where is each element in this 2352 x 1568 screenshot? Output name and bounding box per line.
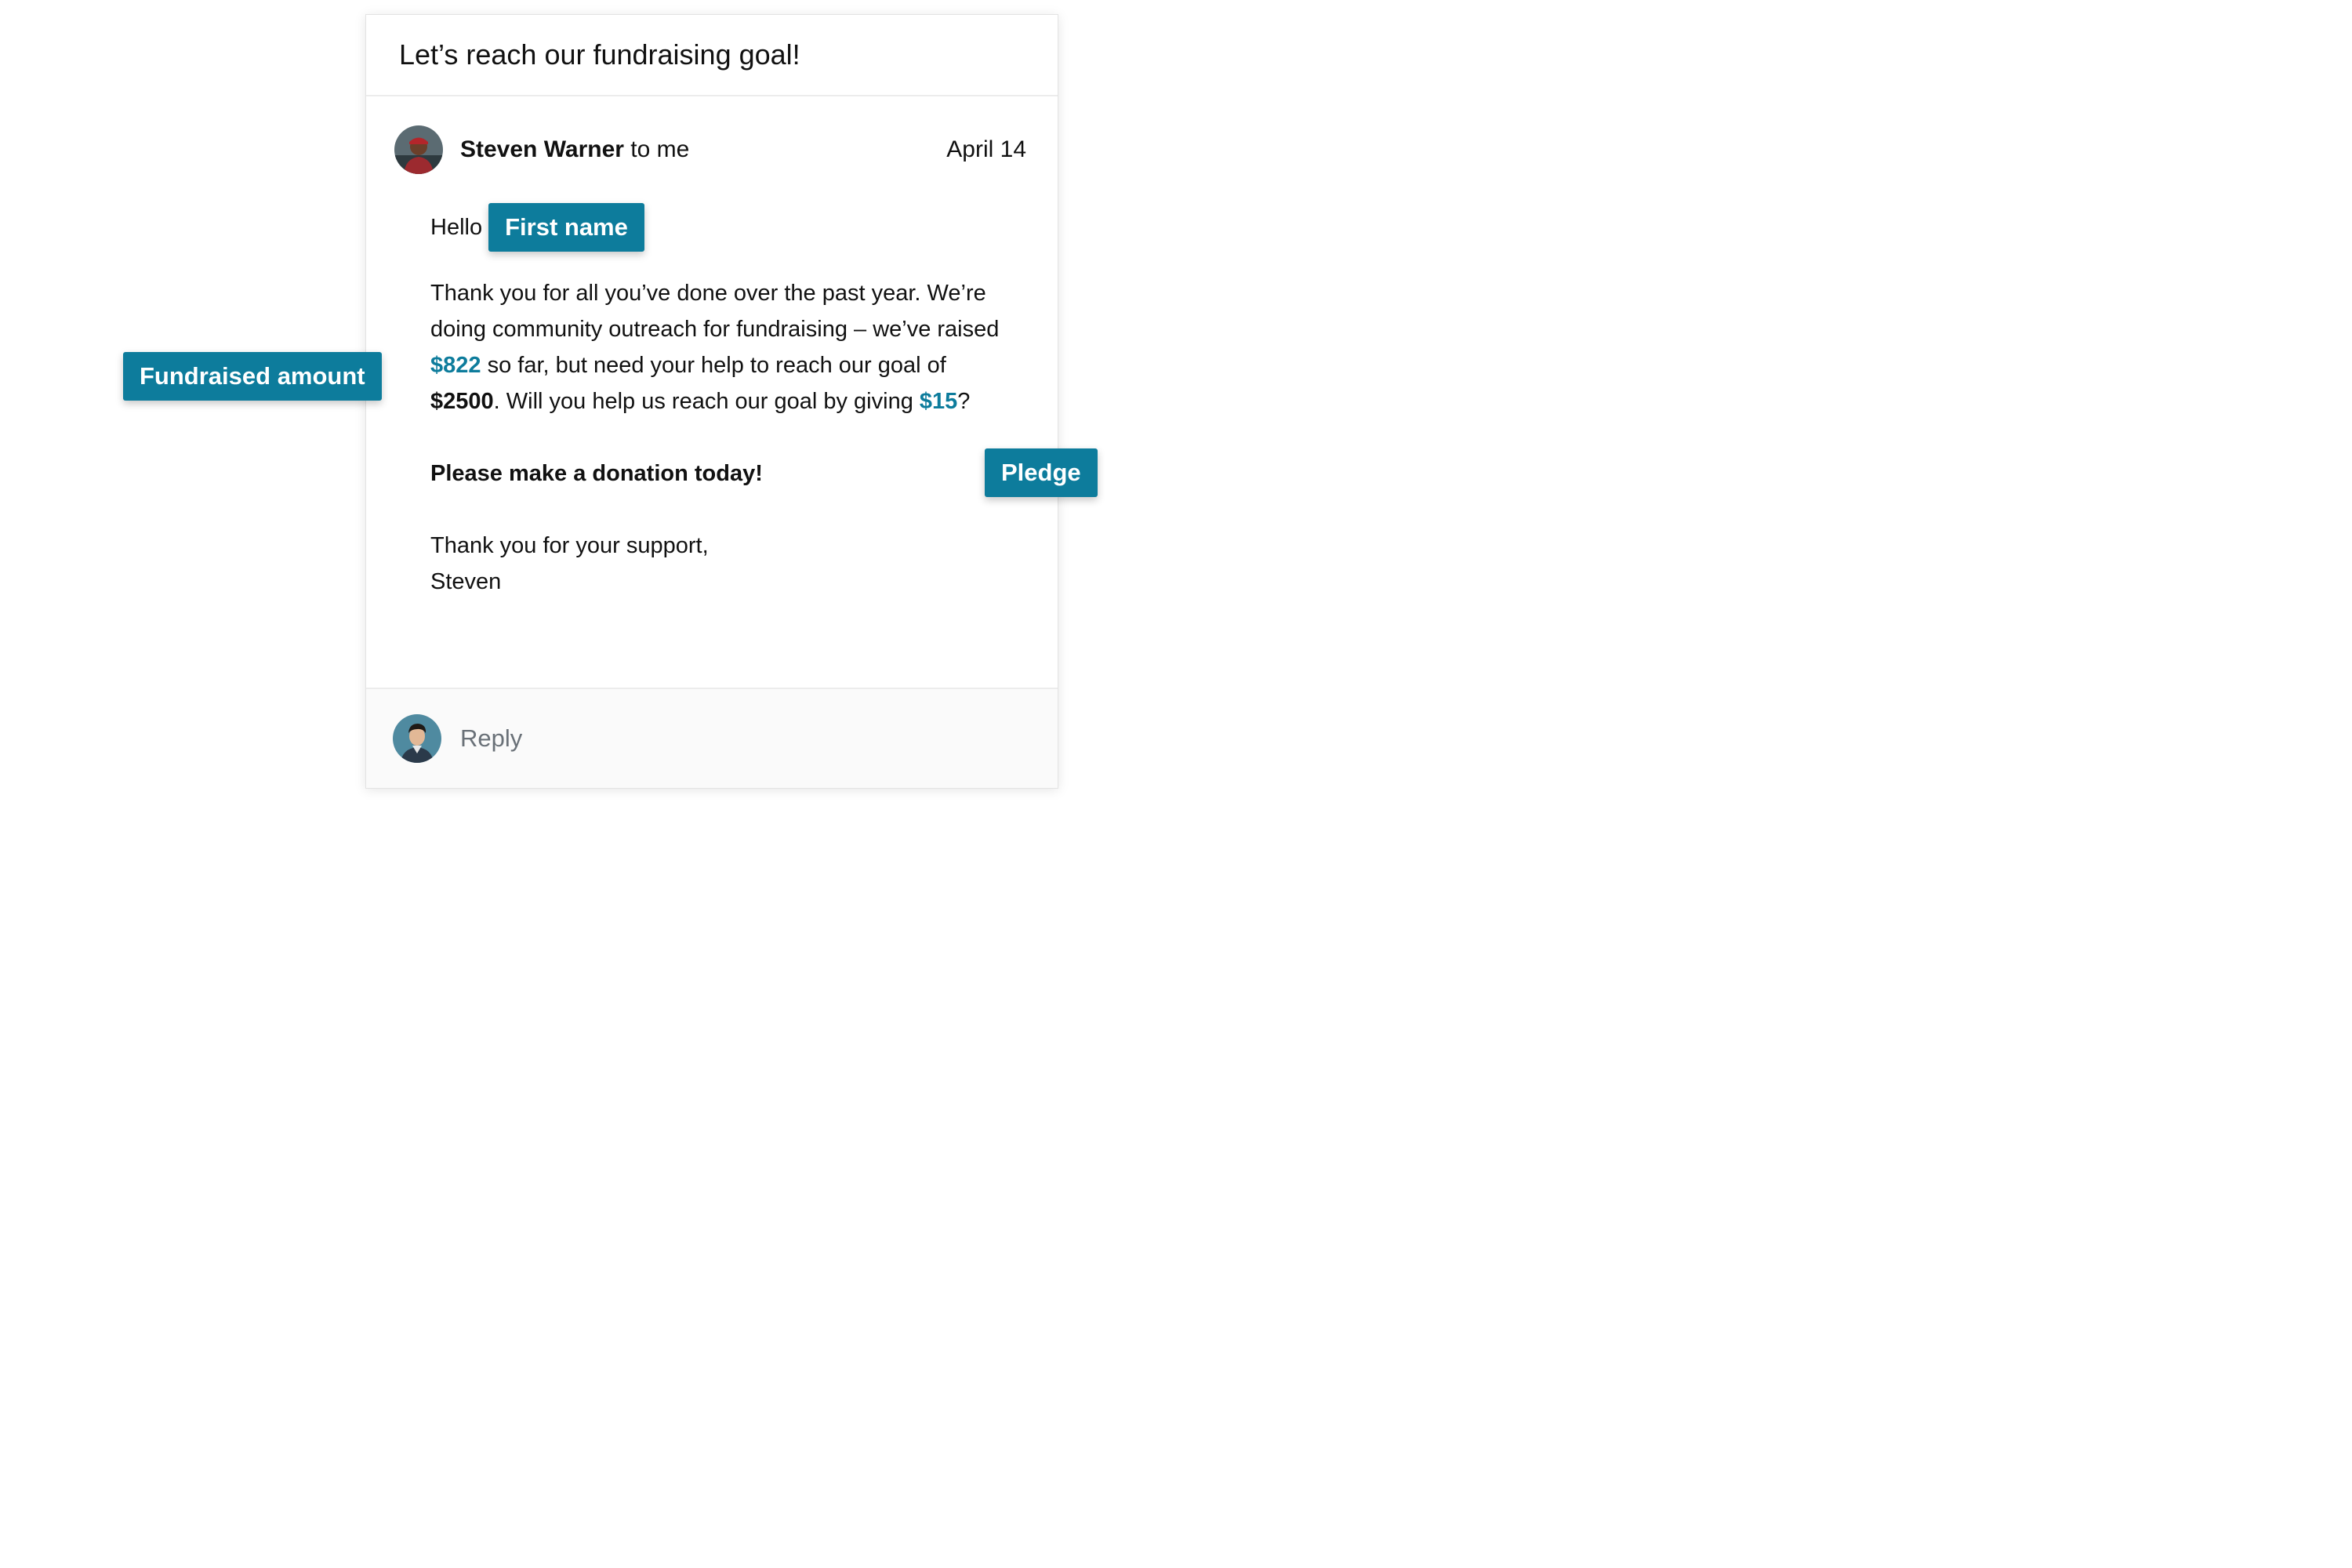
- reply-bar[interactable]: Reply: [366, 688, 1058, 788]
- recipient-text: to me: [623, 136, 690, 162]
- greeting-text: Hello: [430, 215, 483, 240]
- closing-text: Thank you for your support,: [430, 533, 709, 558]
- email-card: Let’s reach our fundraising goal! Steven…: [365, 14, 1058, 789]
- body-text-1: Thank you for all you’ve done over the p…: [430, 281, 1000, 342]
- body-text-2: so far, but need your help to reach our …: [481, 353, 946, 378]
- donation-cta: Please make a donation today!: [430, 461, 763, 486]
- user-avatar: [393, 714, 441, 763]
- closing-block: Thank you for your support, Steven: [430, 528, 1011, 600]
- goal-amount: $2500: [430, 389, 494, 414]
- body-text-3: . Will you help us reach our goal by giv…: [493, 389, 920, 414]
- email-subject: Let’s reach our fundraising goal!: [366, 15, 1058, 96]
- reply-input[interactable]: Reply: [460, 724, 522, 753]
- fundraised-amount-tag[interactable]: Fundraised amount: [123, 352, 382, 401]
- email-header: Steven Warner to me April 14: [394, 125, 1026, 175]
- body-text-4: ?: [957, 389, 971, 414]
- sender-avatar[interactable]: [394, 125, 443, 174]
- greeting-line: Hello First name: [430, 203, 1011, 252]
- pledge-tag[interactable]: Pledge: [985, 448, 1098, 497]
- sender-line: Steven Warner to me: [460, 136, 689, 163]
- signature: Steven: [430, 569, 502, 594]
- body-paragraph: Thank you for all you’ve done over the p…: [430, 275, 1011, 419]
- email-date: April 14: [946, 136, 1026, 162]
- raised-amount: $822: [430, 353, 481, 378]
- pledge-amount: $15: [919, 389, 958, 414]
- first-name-tag[interactable]: First name: [488, 203, 644, 252]
- sender-name: Steven Warner: [460, 136, 624, 162]
- email-body: Hello First name Thank you for all you’v…: [430, 203, 1011, 600]
